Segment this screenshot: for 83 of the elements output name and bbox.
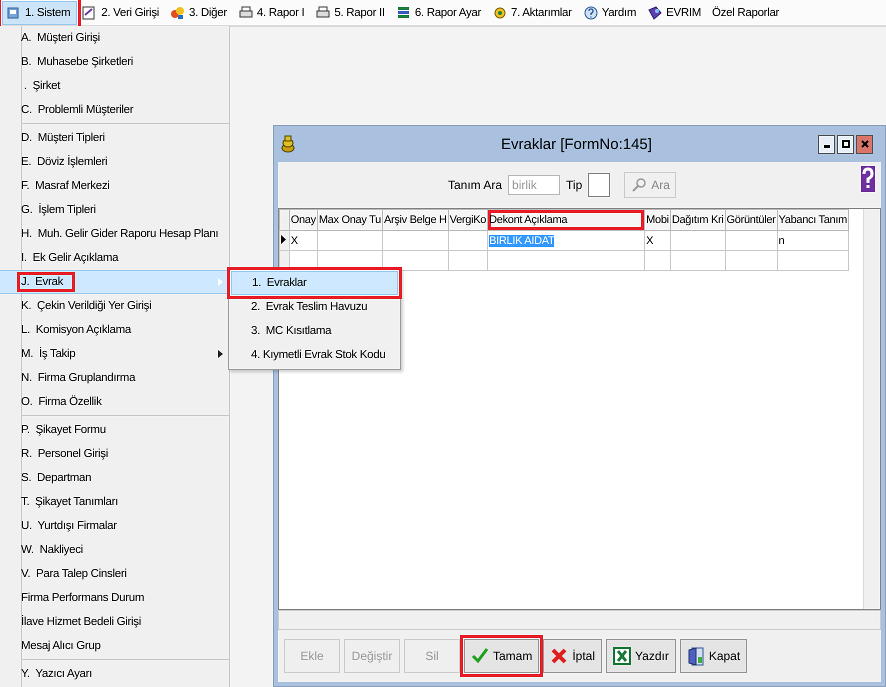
menu-item[interactable]: T. Şikayet Tanımları: [0, 490, 229, 514]
type-label: Tip: [566, 178, 582, 192]
cross-icon: [550, 646, 568, 666]
menu-item[interactable]: D. Müşteri Tipleri: [0, 126, 229, 150]
menu-bar-item[interactable]: 5. Rapor II: [312, 0, 391, 24]
column-header[interactable]: Max Onay Tu: [317, 210, 382, 230]
search-icon: [631, 177, 648, 193]
menu-item[interactable]: G. İşlem Tipleri: [0, 198, 229, 222]
table-cell[interactable]: X: [644, 230, 670, 250]
menu-item[interactable]: N. Firma Gruplandırma: [0, 366, 229, 390]
menu-item[interactable]: Mesaj Alıcı Grup: [0, 634, 229, 658]
menu-item[interactable]: S. Departman: [0, 466, 229, 490]
table-cell[interactable]: X: [289, 230, 318, 250]
menu-item[interactable]: F. Masraf Merkezi: [0, 174, 229, 198]
submenu-arrow-icon: [218, 278, 223, 286]
column-header[interactable]: Dağıtım Kri: [670, 210, 726, 230]
submenu-item[interactable]: 2. Evrak Teslim Havuzu: [231, 295, 398, 319]
close-icon: [860, 140, 868, 148]
column-header[interactable]: VergiKo: [448, 210, 488, 230]
menu-item[interactable]: R. Personel Girişi: [0, 442, 229, 466]
submenu-item[interactable]: 3. MC Kısıtlama: [231, 319, 398, 343]
checkmark-icon: [471, 646, 489, 666]
table-cell[interactable]: [670, 230, 726, 250]
search-label: Tanım Ara: [448, 178, 502, 192]
type-field[interactable]: [588, 173, 610, 197]
menu-bar-item[interactable]: 2. Veri Girişi: [79, 0, 166, 24]
menu-item[interactable]: Y. Yazıcı Ayarı: [0, 662, 229, 686]
submenu-item[interactable]: 4. Kıymetli Evrak Stok Kodu: [231, 343, 398, 367]
menu-item[interactable]: A. Müşteri Girişi: [0, 26, 229, 50]
menu-item[interactable]: E. Döviz İşlemleri: [0, 150, 229, 174]
menu-bar-item[interactable]: Yardım: [580, 0, 642, 24]
column-header[interactable]: Arşiv Belge H: [382, 210, 448, 230]
window-title: Evraklar [FormNo:145]: [500, 136, 653, 152]
minimize-button[interactable]: [818, 134, 835, 154]
table-cell[interactable]: n: [777, 230, 848, 250]
column-header[interactable]: Onay: [289, 210, 318, 230]
tag-icon: [647, 4, 664, 20]
menu-item[interactable]: P. Şikayet Formu: [0, 418, 229, 442]
submenu-arrow-icon: [218, 350, 223, 358]
help-icon: [582, 4, 599, 20]
menu-item[interactable]: I. Ek Gelir Açıklama: [0, 246, 229, 270]
help-icon[interactable]: [861, 166, 875, 192]
menu-item[interactable]: H. Muh. Gelir Gider Raporu Hesap Planı: [0, 222, 229, 246]
vertical-scrollbar[interactable]: [863, 209, 880, 609]
menu-bar-item[interactable]: 4. Rapor I: [234, 0, 310, 24]
door-icon: [686, 646, 705, 666]
menu-item[interactable]: W. Nakliyeci: [0, 538, 229, 562]
stack-icon: [396, 4, 412, 20]
menu-item[interactable]: O. Firma Özellik: [0, 390, 229, 414]
menu-item[interactable]: K. Çekin Verildiği Yer Girişi: [0, 294, 229, 318]
table-cell[interactable]: [382, 230, 448, 250]
menu-item[interactable]: İlave Hizmet Bedeli Girişi: [0, 610, 229, 634]
menu-bar-item[interactable]: Özel Raporlar: [709, 0, 786, 24]
table-cell[interactable]: [725, 230, 778, 250]
menu-item[interactable]: V. Para Talep Cinsleri: [0, 562, 229, 586]
printer-icon: [238, 4, 254, 20]
spreadsheet-icon: [613, 646, 632, 666]
table-cell[interactable]: [448, 230, 488, 250]
form-button[interactable]: Yazdır: [606, 639, 676, 673]
menu-bar-item[interactable]: 7. Aktarımlar: [489, 0, 578, 24]
menu-bar-item[interactable]: 3. Diğer: [167, 0, 233, 24]
column-header[interactable]: Yabancı Tanım: [777, 210, 848, 230]
menu-item[interactable]: . Şirket: [0, 74, 229, 98]
menu-item[interactable]: U. Yurtdışı Firmalar: [0, 514, 229, 538]
form-button[interactable]: Kapat: [680, 639, 748, 673]
menu-item[interactable]: Firma Performans Durum: [0, 586, 229, 610]
menu-item[interactable]: B. Muhasebe Şirketleri: [0, 50, 229, 74]
column-header[interactable]: Görüntüler: [725, 210, 778, 230]
close-button[interactable]: [856, 134, 873, 154]
horizontal-scrollbar[interactable]: [278, 610, 881, 630]
column-header[interactable]: Mobi: [644, 210, 670, 230]
form-button[interactable]: İptal: [543, 639, 602, 673]
menu-item[interactable]: C. Problemli Müşteriler: [0, 98, 229, 122]
table-cell[interactable]: [317, 230, 382, 250]
menu-item[interactable]: J. Evrak: [0, 270, 229, 294]
menu-bar-item[interactable]: EVRIM: [644, 0, 708, 24]
menu-bar-item[interactable]: 6. Rapor Ayar: [392, 0, 488, 24]
printer-icon: [315, 4, 332, 20]
shapes-icon: [170, 4, 186, 20]
maximize-icon: [842, 140, 850, 148]
maximize-button[interactable]: [837, 134, 854, 154]
menu-item[interactable]: L. Komisyon Açıklama: [0, 318, 229, 342]
menu-item[interactable]: M. İş Takip: [0, 342, 229, 366]
